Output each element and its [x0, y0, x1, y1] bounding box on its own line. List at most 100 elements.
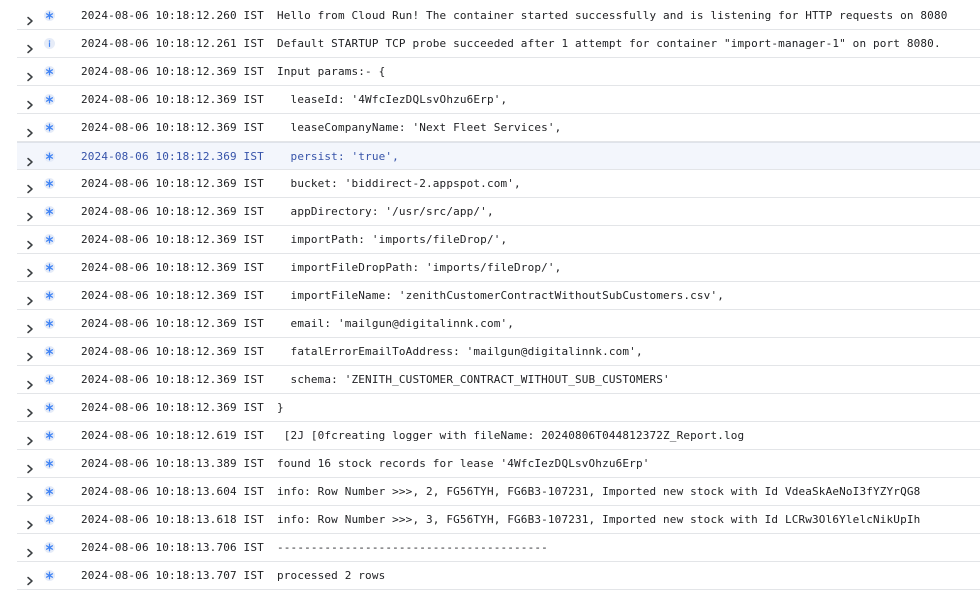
log-row[interactable]: 2024-08-06 10:18:12.369 IST email: 'mail… — [17, 310, 980, 338]
asterisk-icon — [44, 514, 55, 525]
asterisk-icon — [44, 458, 55, 469]
log-message: info: Row Number >>>, 2, FG56TYH, FG6B3-… — [277, 485, 921, 498]
log-message: } — [277, 401, 284, 414]
log-timestamp: 2024-08-06 10:18:12.369 IST — [81, 289, 264, 302]
log-message: info: Row Number >>>, 3, FG56TYH, FG6B3-… — [277, 513, 921, 526]
asterisk-icon — [44, 542, 55, 553]
asterisk-icon — [44, 486, 55, 497]
info-icon — [44, 38, 55, 49]
log-timestamp: 2024-08-06 10:18:12.369 IST — [81, 121, 264, 134]
asterisk-icon — [44, 178, 55, 189]
asterisk-icon — [44, 318, 55, 329]
log-row[interactable]: 2024-08-06 10:18:12.369 IST appDirectory… — [17, 198, 980, 226]
log-timestamp: 2024-08-06 10:18:12.369 IST — [81, 261, 264, 274]
chevron-right-icon[interactable] — [25, 11, 35, 26]
log-timestamp: 2024-08-06 10:18:12.369 IST — [81, 205, 264, 218]
log-row[interactable]: 2024-08-06 10:18:12.369 IST leaseId: '4W… — [17, 86, 980, 114]
chevron-right-icon[interactable] — [25, 515, 35, 530]
chevron-right-icon[interactable] — [25, 152, 35, 167]
chevron-right-icon[interactable] — [25, 179, 35, 194]
chevron-right-icon[interactable] — [25, 39, 35, 54]
asterisk-icon — [44, 262, 55, 273]
log-timestamp: 2024-08-06 10:18:12.619 IST — [81, 429, 264, 442]
log-message: importPath: 'imports/fileDrop/', — [277, 233, 508, 246]
log-row[interactable]: 2024-08-06 10:18:12.369 IST} — [17, 394, 980, 422]
log-message: ---------------------------------------- — [277, 541, 548, 554]
asterisk-icon — [44, 430, 55, 441]
asterisk-icon — [44, 122, 55, 133]
log-timestamp: 2024-08-06 10:18:13.389 IST — [81, 457, 264, 470]
asterisk-icon — [44, 151, 55, 162]
chevron-right-icon[interactable] — [25, 403, 35, 418]
chevron-right-icon[interactable] — [25, 319, 35, 334]
log-row[interactable]: 2024-08-06 10:18:12.369 IST importFileDr… — [17, 254, 980, 282]
log-timestamp: 2024-08-06 10:18:13.618 IST — [81, 513, 264, 526]
log-entries-list: 2024-08-06 10:18:12.260 IST Hello from Cl… — [0, 2, 980, 590]
log-timestamp: 2024-08-06 10:18:12.260 IST — [81, 9, 264, 22]
asterisk-icon — [44, 10, 55, 21]
log-row[interactable]: 2024-08-06 10:18:13.389 IST found 16 stoc… — [17, 450, 980, 478]
asterisk-icon — [44, 66, 55, 77]
chevron-right-icon[interactable] — [25, 375, 35, 390]
log-row[interactable]: 2024-08-06 10:18:12.369 IST bucket: 'bid… — [17, 170, 980, 198]
log-timestamp: 2024-08-06 10:18:12.369 IST — [81, 177, 264, 190]
log-message: persist: 'true', — [277, 150, 399, 163]
log-message: fatalErrorEmailToAddress: 'mailgun@digit… — [277, 345, 643, 358]
chevron-right-icon[interactable] — [25, 571, 35, 586]
log-row[interactable]: 2024-08-06 10:18:12.369 IST schema: 'ZEN… — [17, 366, 980, 394]
log-row[interactable]: 2024-08-06 10:18:12.369 IST leaseCompany… — [17, 114, 980, 142]
chevron-right-icon[interactable] — [25, 459, 35, 474]
log-message: Input params:- { — [277, 65, 386, 78]
chevron-right-icon[interactable] — [25, 67, 35, 82]
chevron-right-icon[interactable] — [25, 263, 35, 278]
log-row[interactable]: 2024-08-06 10:18:13.618 IST info: Row Num… — [17, 506, 980, 534]
log-row[interactable]: 2024-08-06 10:18:12.369 IST Input params:… — [17, 58, 980, 86]
log-row[interactable]: 2024-08-06 10:18:13.707 IST processed 2 r… — [17, 562, 980, 590]
log-message: Hello from Cloud Run! The container star… — [277, 9, 948, 22]
log-message: found 16 stock records for lease '4WfcIe… — [277, 457, 650, 470]
asterisk-icon — [44, 234, 55, 245]
log-timestamp: 2024-08-06 10:18:13.604 IST — [81, 485, 264, 498]
log-timestamp: 2024-08-06 10:18:12.369 IST — [81, 401, 264, 414]
chevron-right-icon[interactable] — [25, 123, 35, 138]
log-row[interactable]: 2024-08-06 10:18:12.369 IST importFileNa… — [17, 282, 980, 310]
log-message: appDirectory: '/usr/src/app/', — [277, 205, 494, 218]
log-message: importFileName: 'zenithCustomerContractW… — [277, 289, 724, 302]
log-timestamp: 2024-08-06 10:18:12.369 IST — [81, 345, 264, 358]
log-message: email: 'mailgun@digitalinnk.com', — [277, 317, 515, 330]
log-message: leaseId: '4WfcIezDQLsvOhzu6Erp', — [277, 93, 508, 106]
chevron-right-icon[interactable] — [25, 487, 35, 502]
log-timestamp: 2024-08-06 10:18:12.369 IST — [81, 317, 264, 330]
log-row[interactable]: 2024-08-06 10:18:12.369 IST persist: 'tr… — [17, 142, 980, 170]
asterisk-icon — [44, 206, 55, 217]
asterisk-icon — [44, 570, 55, 581]
log-row[interactable]: 2024-08-06 10:18:13.706 IST -------------… — [17, 534, 980, 562]
chevron-right-icon[interactable] — [25, 431, 35, 446]
log-message: bucket: 'biddirect-2.appspot.com', — [277, 177, 521, 190]
log-row[interactable]: 2024-08-06 10:18:12.260 IST Hello from Cl… — [17, 2, 980, 30]
log-message: leaseCompanyName: 'Next Fleet Services', — [277, 121, 562, 134]
chevron-right-icon[interactable] — [25, 207, 35, 222]
log-row[interactable]: 2024-08-06 10:18:12.369 IST importPath: … — [17, 226, 980, 254]
asterisk-icon — [44, 402, 55, 413]
log-timestamp: 2024-08-06 10:18:12.369 IST — [81, 65, 264, 78]
chevron-right-icon[interactable] — [25, 543, 35, 558]
chevron-right-icon[interactable] — [25, 291, 35, 306]
log-row[interactable]: 2024-08-06 10:18:12.261 IST Default START… — [17, 30, 980, 58]
log-message: processed 2 rows — [277, 569, 386, 582]
log-message: Default STARTUP TCP probe succeeded afte… — [277, 37, 941, 50]
log-timestamp: 2024-08-06 10:18:12.369 IST — [81, 93, 264, 106]
chevron-right-icon[interactable] — [25, 347, 35, 362]
chevron-right-icon[interactable] — [25, 235, 35, 250]
asterisk-icon — [44, 346, 55, 357]
log-timestamp: 2024-08-06 10:18:13.707 IST — [81, 569, 264, 582]
log-message: [2J [0fcreating logger with fileName: 20… — [277, 429, 745, 442]
log-row[interactable]: 2024-08-06 10:18:12.369 IST fatalErrorEm… — [17, 338, 980, 366]
log-timestamp: 2024-08-06 10:18:12.369 IST — [81, 233, 264, 246]
asterisk-icon — [44, 290, 55, 301]
chevron-right-icon[interactable] — [25, 95, 35, 110]
log-row[interactable]: 2024-08-06 10:18:13.604 IST info: Row Num… — [17, 478, 980, 506]
log-timestamp: 2024-08-06 10:18:13.706 IST — [81, 541, 264, 554]
log-row[interactable]: 2024-08-06 10:18:12.619 IST [2J [0fcreat… — [17, 422, 980, 450]
log-timestamp: 2024-08-06 10:18:12.369 IST — [81, 150, 264, 163]
